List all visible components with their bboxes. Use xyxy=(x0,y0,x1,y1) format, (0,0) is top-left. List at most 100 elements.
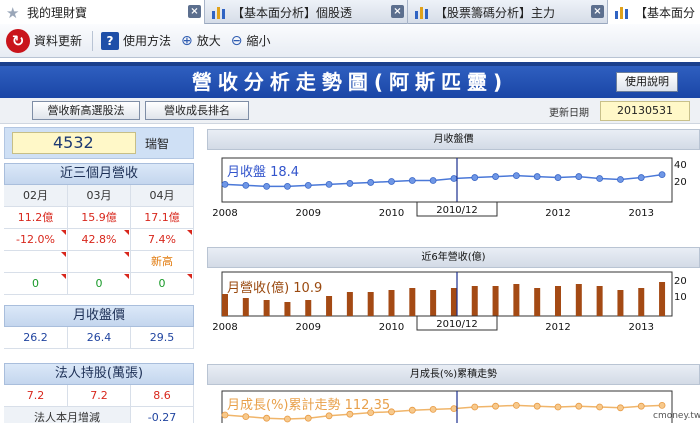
revenue-bar xyxy=(305,300,312,316)
revenue-bar xyxy=(409,288,416,316)
revenue-bar xyxy=(242,298,249,316)
revenue-value: 15.9億 xyxy=(68,207,131,229)
price-value: 29.5 xyxy=(131,327,194,349)
price-tick: 40 xyxy=(674,160,687,171)
revenue-chart-panel: 月營收(億) 10.9 20 10 2010/12 2008 2009 2010 20… xyxy=(207,268,700,358)
year-tick: 2012 xyxy=(545,208,570,219)
growth-point xyxy=(575,402,583,410)
year-tick: 2008 xyxy=(212,322,237,333)
help-button[interactable]: ? 使用方法 xyxy=(101,31,171,50)
revenue-legend: 月營收(億) 10.9 xyxy=(227,280,322,296)
growth-point xyxy=(658,401,666,409)
revenue-chart-title: 近6年營收(億) xyxy=(207,247,700,268)
revenue-chart[interactable]: 月營收(億) 10.9 20 10 2010/12 2008 2009 2010 20… xyxy=(207,268,700,358)
holding-value: 7.2 xyxy=(4,385,68,407)
revenue-bar xyxy=(555,286,561,316)
price-point xyxy=(367,179,375,186)
price-point xyxy=(492,173,499,180)
tab-label: 我的理財寶 xyxy=(27,5,88,20)
price-chart[interactable]: 月收盤 18.4 40 20 2010/12 2008 2009 2010 2012 2… xyxy=(207,150,700,240)
tab-label: 【基本面分析】個股透 xyxy=(232,5,353,20)
price-point xyxy=(596,175,604,182)
help-icon: ? xyxy=(101,31,120,50)
revenue-value: 17.1億 xyxy=(131,207,194,229)
price-point xyxy=(388,178,395,185)
growth-point xyxy=(471,403,479,411)
revenue-bar xyxy=(367,292,374,316)
count-value: 0 xyxy=(4,273,68,295)
price-point xyxy=(658,171,666,179)
growth-point xyxy=(263,414,271,422)
monthly-change-label: 法人本月增減 xyxy=(4,407,131,423)
price-point xyxy=(575,173,583,180)
revenue-bar xyxy=(513,284,520,316)
price-point xyxy=(533,173,541,180)
price-legend: 月收盤 18.4 xyxy=(227,165,299,180)
price-point xyxy=(450,175,458,182)
monthly-price-title: 月收盤價 xyxy=(4,305,194,327)
yoy-value: 7.4% xyxy=(131,229,194,251)
tab-label: 【基本面分 xyxy=(635,5,696,20)
price-point xyxy=(346,180,354,187)
year-tick: 2009 xyxy=(296,208,321,219)
revenue-bar xyxy=(450,288,457,316)
page-title: 營收分析走勢圖(阿斯匹靈) xyxy=(191,70,509,94)
revenue-new-high-button[interactable]: 營收新高選股法 xyxy=(32,101,140,120)
revenue-growth-rank-button[interactable]: 營收成長排名 xyxy=(145,101,249,120)
count-value: 0 xyxy=(68,273,131,295)
bar-chart-icon xyxy=(212,7,225,19)
price-chart-title: 月收盤價 xyxy=(207,129,700,150)
tab-bar: ★ 我的理財寶 × 【基本面分析】個股透 × 【股票籌碼分析】主力 × 【基本面… xyxy=(0,0,700,24)
price-point xyxy=(617,176,624,183)
refresh-icon: ↻ xyxy=(6,28,30,53)
bar-chart-icon xyxy=(415,7,428,19)
growth-point xyxy=(325,412,333,420)
close-icon[interactable]: × xyxy=(591,5,604,18)
holding-value: 7.2 xyxy=(68,385,131,407)
note-value xyxy=(68,251,131,273)
price-point xyxy=(221,181,229,188)
tab-chip-analysis[interactable]: 【股票籌碼分析】主力 × xyxy=(408,0,608,24)
growth-chart[interactable]: 月成長(%)累計走勢 112.35 xyxy=(207,385,700,423)
holding-value: 8.6 xyxy=(131,385,194,407)
note-value xyxy=(4,251,68,273)
tab-fundamental-stock[interactable]: 【基本面分析】個股透 × xyxy=(205,0,408,24)
price-point xyxy=(325,181,333,188)
growth-chart-title: 月成長(%)累積走勢 xyxy=(207,364,700,385)
page-header: 營收分析走勢圖(阿斯匹靈) 使用說明 xyxy=(0,66,700,98)
cursor-date-label: 2010/12 xyxy=(436,319,478,330)
price-value: 26.2 xyxy=(4,327,68,349)
revenue-bar xyxy=(430,290,437,316)
tab-fundamental-current[interactable]: 【基本面分 xyxy=(608,0,700,24)
revenue-tick: 20 xyxy=(674,276,687,287)
update-date-label: 更新日期 xyxy=(549,108,589,119)
growth-point xyxy=(554,403,562,411)
recent-revenue-table: 02月 03月 04月 11.2億 15.9億 17.1億 -12.0% 42.… xyxy=(4,185,194,295)
zoom-in-icon: ⊕ xyxy=(181,32,193,49)
usage-button[interactable]: 使用說明 xyxy=(616,72,678,92)
revenue-tick: 10 xyxy=(674,292,687,303)
month-header: 03月 xyxy=(68,185,131,207)
institution-holdings-table: 7.2 7.2 8.6 法人本月增減 -0.27 xyxy=(4,385,194,423)
year-tick: 2010 xyxy=(379,208,404,219)
price-point xyxy=(408,177,416,184)
stock-code-input[interactable]: 4532 xyxy=(12,132,136,154)
toolbar: ↻ 資料更新 ? 使用方法 ⊕ 放大 ⊖ 縮小 xyxy=(0,24,700,58)
refresh-button[interactable]: ↻ 資料更新 xyxy=(6,28,82,53)
year-tick: 2009 xyxy=(296,322,321,333)
revenue-bar xyxy=(326,296,333,316)
new-high-note: 新高 xyxy=(131,251,194,273)
year-tick: 2013 xyxy=(629,322,654,333)
tab-my-wealth[interactable]: ★ 我的理財寶 × xyxy=(0,0,205,24)
close-icon[interactable]: × xyxy=(188,5,201,18)
price-point xyxy=(554,174,562,181)
monthly-price-table: 26.2 26.4 29.5 xyxy=(4,327,194,349)
stock-selector: 4532 瑞智 xyxy=(4,127,194,159)
revenue-bar xyxy=(596,286,603,316)
growth-point xyxy=(637,402,645,410)
close-icon[interactable]: × xyxy=(391,5,404,18)
price-point xyxy=(471,174,479,181)
star-icon: ★ xyxy=(6,4,20,22)
zoom-out-button[interactable]: ⊖ 縮小 xyxy=(231,32,271,49)
zoom-in-button[interactable]: ⊕ 放大 xyxy=(181,32,221,49)
